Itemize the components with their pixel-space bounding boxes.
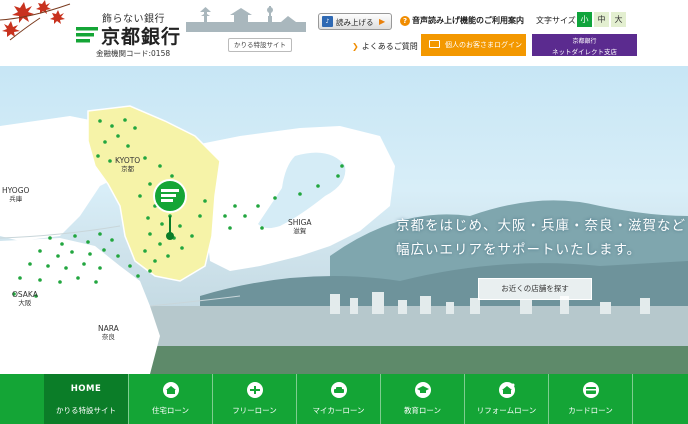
nav-home[interactable]: HOME かりる特設サイト bbox=[44, 374, 128, 424]
free-icon bbox=[246, 382, 263, 398]
nav-renovation-loan[interactable]: リフォームローン bbox=[464, 374, 548, 424]
find-store-button[interactable]: お近くの店舗を探す bbox=[478, 278, 592, 300]
nav-card-loan[interactable]: カードローン bbox=[548, 374, 632, 424]
hero-headline-line2: 幅広いエリアをサポートいたします。 bbox=[396, 242, 642, 258]
hero-headline-line1: 京都をはじめ、大阪・兵庫・奈良・滋賀など bbox=[396, 218, 686, 234]
font-size-large-button[interactable]: 大 bbox=[611, 12, 626, 27]
map-label-shiga: SHIGA 滋賀 bbox=[288, 218, 312, 235]
header: 飾らない銀行 京都銀行 金融機関コード:0158 かりる特設サイト ♪ 読み上げ… bbox=[0, 0, 688, 66]
play-icon: ▶ bbox=[379, 17, 386, 26]
direct-branch-line1: 京都銀行 bbox=[572, 38, 597, 45]
karu-site-button[interactable]: かりる特設サイト bbox=[228, 38, 292, 52]
nav-home-label: かりる特設サイト bbox=[56, 406, 116, 415]
nav-car-loan[interactable]: マイカーローン bbox=[296, 374, 380, 424]
faq-link[interactable]: ❯ よくあるご質問 bbox=[352, 41, 418, 52]
read-aloud-label: 読み上げる bbox=[336, 18, 374, 27]
car-icon bbox=[330, 382, 347, 398]
graduation-cap-icon bbox=[414, 382, 431, 398]
voice-guide-label: 音声読み上げ機能のご利用案内 bbox=[412, 16, 524, 25]
speaker-icon: ♪ bbox=[322, 16, 333, 27]
nav-education-loan[interactable]: 教育ローン bbox=[380, 374, 464, 424]
font-size-small-button[interactable]: 小 bbox=[577, 12, 592, 27]
map-label-nara: NARA 奈良 bbox=[98, 324, 119, 341]
nav-housing-loan[interactable]: 住宅ローン bbox=[128, 374, 212, 424]
bank-code: 金融機関コード:0158 bbox=[96, 49, 171, 58]
nav-free-loan[interactable]: フリーローン bbox=[212, 374, 296, 424]
nav-divider-end bbox=[632, 374, 688, 424]
monitor-icon bbox=[429, 40, 440, 48]
font-size-medium-button[interactable]: 中 bbox=[594, 12, 609, 27]
login-label: 個人のお客さまログイン bbox=[445, 41, 522, 49]
net-direct-branch-button[interactable]: 京都銀行 ネットダイレクト支店 bbox=[532, 34, 637, 56]
map-label-osaka: OSAKA 大阪 bbox=[12, 290, 38, 307]
bank-logo-icon[interactable] bbox=[76, 27, 98, 43]
bank-name[interactable]: 京都銀行 bbox=[101, 22, 181, 49]
faq-label: よくあるご質問 bbox=[361, 42, 418, 51]
page: 飾らない銀行 京都銀行 金融機関コード:0158 かりる特設サイト ♪ 読み上げ… bbox=[0, 0, 688, 424]
voice-guide-link[interactable]: ? 音声読み上げ機能のご利用案内 bbox=[400, 15, 524, 26]
renovation-house-icon bbox=[498, 382, 515, 398]
hero-headline: 京都をはじめ、大阪・兵庫・奈良・滋賀など 幅広いエリアをサポートいたします。 bbox=[396, 214, 686, 262]
direct-branch-line2: ネットダイレクト支店 bbox=[552, 48, 617, 56]
personal-login-button[interactable]: 個人のお客さまログイン bbox=[421, 34, 526, 56]
chevron-right-icon: ❯ bbox=[352, 42, 359, 51]
bottom-navigation: HOME かりる特設サイト 住宅ローン フリーローン マイカーローン 教育ローン… bbox=[0, 374, 688, 424]
map-label-hyogo: HYOGO 兵庫 bbox=[2, 186, 30, 203]
kyoto-skyline-illustration bbox=[186, 6, 306, 32]
hero-banner: KYOTO 京都 HYOGO 兵庫 SHIGA 滋賀 OSAKA 大阪 NARA 奈良 京… bbox=[0, 66, 688, 374]
font-size-label: 文字サイズ bbox=[536, 16, 576, 25]
house-icon bbox=[162, 382, 179, 398]
question-icon: ? bbox=[400, 16, 410, 26]
nav-home-title: HOME bbox=[70, 384, 102, 394]
map-label-kyoto: KYOTO 京都 bbox=[115, 156, 141, 173]
card-icon bbox=[582, 382, 599, 398]
read-aloud-button[interactable]: ♪ 読み上げる ▶ bbox=[318, 13, 392, 30]
